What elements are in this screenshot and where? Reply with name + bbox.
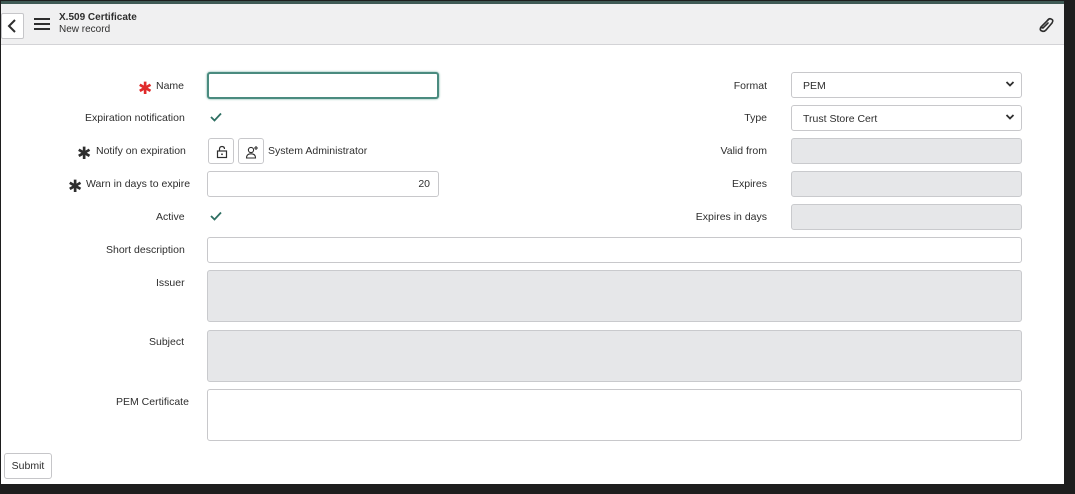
type-selected-value: Trust Store Cert [803,113,878,125]
expiration-notification-label: Expiration notification [85,112,185,124]
name-input[interactable] [207,72,439,99]
chevron-down-icon [1005,114,1015,120]
chevron-down-icon [1005,81,1015,87]
submit-button[interactable]: Submit [4,453,52,479]
expires-field [791,171,1022,197]
add-user-icon [245,146,258,159]
type-label: Type [744,112,767,124]
form-header: X.509 Certificate New record [1,4,1064,45]
chevron-left-icon [7,19,16,33]
required-asterisk-icon: ✱ [68,177,83,196]
required-asterisk-icon: ✱ [77,144,92,163]
unlock-icon [216,145,228,159]
valid-from-label: Valid from [720,145,768,157]
issuer-field [207,270,1022,322]
back-button[interactable] [1,13,24,39]
notify-user-value[interactable]: System Administrator [268,145,367,157]
type-select[interactable]: Trust Store Cert [791,105,1022,131]
format-select[interactable]: PEM [791,72,1022,98]
expires-in-days-label: Expires in days [695,211,767,223]
valid-from-field [791,138,1022,164]
page-subtitle: New record [59,24,111,35]
expires-label: Expires [731,178,767,190]
unlock-button[interactable] [208,138,234,164]
paperclip-icon[interactable] [1036,15,1056,35]
format-selected-value: PEM [803,80,826,92]
expires-in-days-field [791,204,1022,230]
name-label: Name [156,80,185,92]
subject-field [207,330,1022,382]
active-label: Active [156,211,185,223]
format-label: Format [733,80,767,92]
warn-in-days-input[interactable] [207,171,439,197]
form-window: X.509 Certificate New record ✱ Name Expi… [1,1,1064,484]
pem-certificate-label: PEM Certificate [116,396,189,408]
short-description-input[interactable] [207,237,1022,263]
warn-in-days-label: Warn in days to expire [86,178,191,190]
add-me-button[interactable] [238,138,264,164]
expiration-notification-checkbox[interactable] [208,109,224,125]
pem-certificate-textarea[interactable] [207,389,1022,441]
issuer-label: Issuer [156,277,185,289]
hamburger-menu-icon[interactable] [34,18,50,32]
page-title: X.509 Certificate [59,12,137,23]
subject-label: Subject [149,336,185,348]
short-description-label: Short description [106,244,185,256]
required-asterisk-icon: ✱ [138,79,153,98]
active-checkbox[interactable] [208,208,224,224]
notify-on-expiration-label: Notify on expiration [96,145,186,157]
